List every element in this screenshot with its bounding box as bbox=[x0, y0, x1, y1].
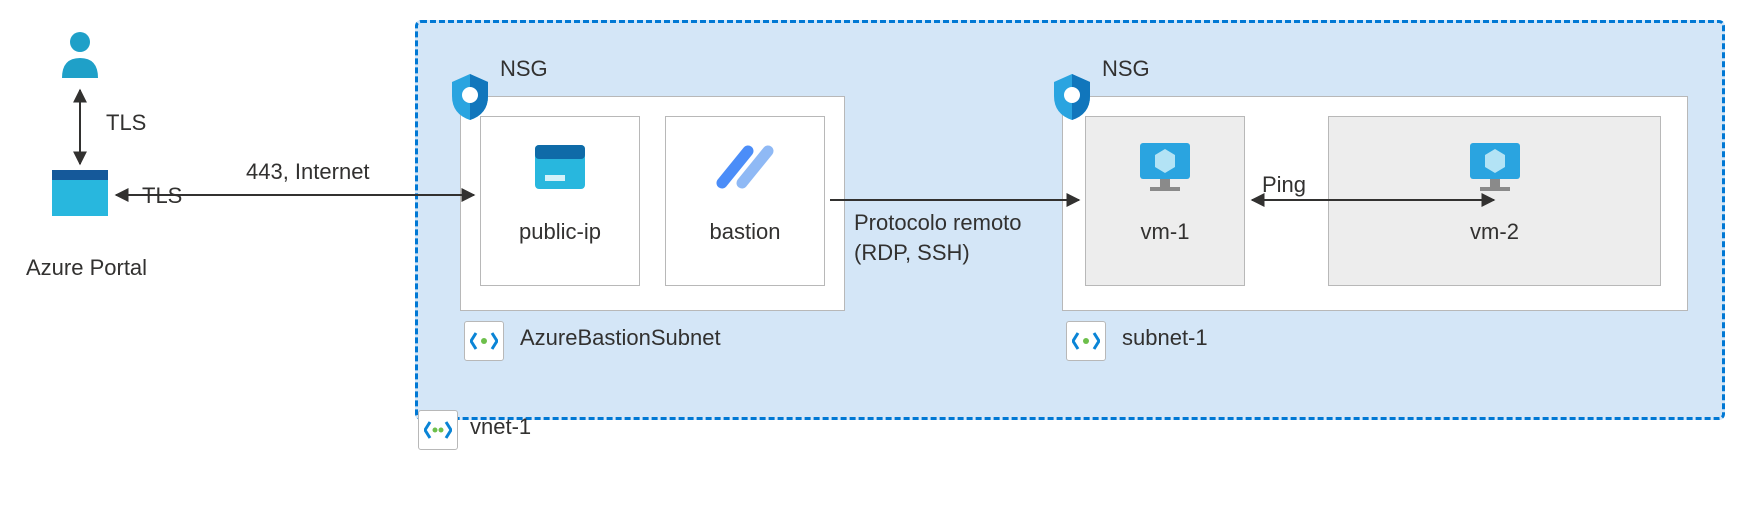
azure-portal-icon bbox=[52, 170, 108, 216]
azure-portal-label: Azure Portal bbox=[26, 255, 147, 281]
bastion-node: bastion bbox=[665, 116, 825, 286]
tls-user-label: TLS bbox=[106, 110, 146, 136]
public-ip-label: public-ip bbox=[481, 219, 639, 245]
subnet-tag-icon bbox=[464, 321, 504, 361]
vnet-tag-icon bbox=[418, 410, 458, 450]
vm1-label: vm-1 bbox=[1086, 219, 1244, 245]
user-icon bbox=[60, 30, 100, 80]
remote-protocol-label-2: (RDP, SSH) bbox=[854, 240, 970, 266]
vm1-node: vm-1 bbox=[1085, 116, 1245, 286]
shield-icon bbox=[448, 72, 492, 122]
vm2-node: vm-2 bbox=[1328, 116, 1661, 286]
port-internet-label: 443, Internet bbox=[246, 159, 370, 185]
vnet-name: vnet-1 bbox=[470, 414, 531, 440]
public-ip-node: public-ip bbox=[480, 116, 640, 286]
subnet1-name: subnet-1 bbox=[1122, 325, 1208, 351]
bastion-label: bastion bbox=[666, 219, 824, 245]
remote-protocol-label-1: Protocolo remoto bbox=[854, 210, 1022, 236]
tls-portal-label: TLS bbox=[142, 183, 182, 209]
shield-icon bbox=[1050, 72, 1094, 122]
nsg-label-bastion: NSG bbox=[500, 56, 548, 82]
subnet-tag-icon bbox=[1066, 321, 1106, 361]
bastion-subnet-name: AzureBastionSubnet bbox=[520, 325, 721, 351]
ping-label: Ping bbox=[1262, 172, 1306, 198]
nsg-label-subnet1: NSG bbox=[1102, 56, 1150, 82]
vm2-label: vm-2 bbox=[1329, 219, 1660, 245]
